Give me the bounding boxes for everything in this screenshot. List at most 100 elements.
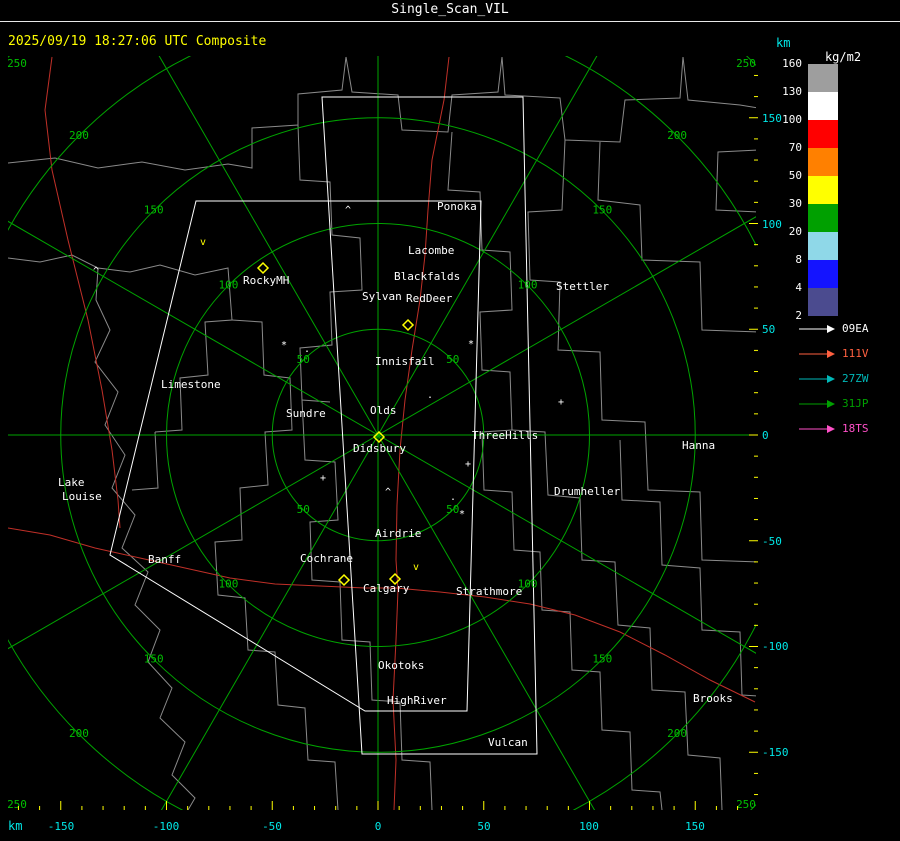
ring-distance-label: 200 [69, 129, 89, 142]
axis-tick-label: -100 [762, 640, 789, 653]
track-arrow-head [827, 349, 835, 358]
ring-distance-label: 50 [297, 353, 310, 366]
ring-distance-label: 100 [518, 278, 538, 291]
county-boundaries [8, 56, 756, 810]
ring-distance-label: 100 [219, 278, 239, 291]
station-mark: ^ [345, 205, 351, 216]
track-arrow-head [827, 399, 835, 408]
track-id-label: 09EA [842, 322, 869, 335]
track-legend-row: 18TS [798, 422, 869, 435]
track-arrow-icon [799, 324, 835, 333]
radar-site-icon [401, 318, 415, 332]
boundary-line [97, 264, 233, 433]
axis-tick-labels: -150 -100 -50 0 50 100 150150100500-50-100-150… [8, 112, 789, 833]
ring-distance-label: 50 [446, 353, 459, 366]
radar-map-display[interactable]: 50 5050 50100 100100 100150 150150 150200 20020… [0, 0, 900, 841]
city-label: Airdrie [375, 527, 421, 540]
city-label: Sundre [286, 407, 326, 420]
axis-tick-label: 50 [477, 820, 490, 833]
station-mark: v [413, 562, 419, 573]
colorbar-swatch [808, 148, 838, 176]
city-label: Sylvan [362, 290, 402, 303]
city-label: Louise [62, 490, 102, 503]
boundary-line [131, 431, 159, 491]
ring-distance-label: 200 [667, 727, 687, 740]
city-label: RedDeer [406, 292, 453, 305]
colorbar-label: 70 [788, 141, 802, 154]
station-mark: . [427, 390, 433, 401]
axis-tick-label: -150 [762, 746, 789, 759]
track-arrow-icon [799, 374, 835, 383]
legend-panel: kg/m2 160 130 100 70 50 30 20 8 4 2 09EA 111V 27ZW 3… [770, 46, 900, 606]
city-label: Calgary [363, 582, 410, 595]
city-label: HighRiver [387, 694, 447, 707]
colorbar-label: 30 [788, 197, 802, 210]
station-mark: + [465, 459, 471, 470]
axis-tick-label: 100 [579, 820, 599, 833]
city-label: Innisfail [375, 355, 435, 368]
axis-tick-label: 0 [762, 429, 769, 442]
ring-distance-label: 250 [7, 798, 27, 811]
track-id-label: 18TS [842, 422, 869, 435]
colorbar-label: 160 [782, 57, 802, 70]
colorbar-label: 100 [782, 113, 802, 126]
radar-site-icon [256, 261, 270, 275]
boundary-line [527, 139, 756, 563]
city-label: Strathmore [456, 585, 522, 598]
boundary-line [214, 319, 339, 810]
city-label: Banff [148, 553, 181, 566]
city-label: Brooks [693, 692, 733, 705]
highway-line [44, 56, 121, 529]
city-label: Stettler [556, 280, 609, 293]
ring-distance-label: 200 [69, 727, 89, 740]
city-label: Drumheller [554, 485, 621, 498]
ring-distance-label: 150 [144, 204, 164, 217]
colorbar-swatch [808, 204, 838, 232]
track-legend-row: 31JP [798, 397, 869, 410]
city-label: Okotoks [378, 659, 424, 672]
city-label: Vulcan [488, 736, 528, 749]
track-legend-row: 27ZW [798, 372, 869, 385]
city-labels: Ponoka Lacombe Blackfalds Sylvan RedDeer Stet… [58, 200, 733, 749]
track-id-label: 31JP [842, 397, 869, 410]
colorbar-unit-label: kg/m2 [824, 50, 862, 64]
station-mark: . [450, 492, 456, 503]
track-arrow-head [827, 324, 835, 333]
station-mark: v [200, 237, 206, 248]
station-mark: * [468, 339, 474, 350]
colorbar-swatch [808, 288, 838, 316]
colorbar-swatch [808, 260, 838, 288]
station-mark: * [459, 509, 465, 520]
track-legend-row: 09EA [798, 322, 869, 335]
colorbar-label: 2 [795, 309, 802, 322]
boundary-line [597, 141, 756, 333]
city-label: Didsbury [353, 442, 406, 455]
bottom-axis-unit-label: km [8, 819, 22, 833]
axis-tick-label: -150 [48, 820, 75, 833]
ring-distance-label: 250 [736, 798, 756, 811]
colorbar-label: 8 [795, 253, 802, 266]
city-label: Cochrane [300, 552, 353, 565]
track-arrow-icon [799, 399, 835, 408]
city-label: ThreeHills [472, 429, 538, 442]
boundary-line [501, 56, 684, 143]
colorbar-swatch [808, 92, 838, 120]
colorbar-label: 20 [788, 225, 802, 238]
city-label: Ponoka [437, 200, 477, 213]
colorbar-swatch [808, 176, 838, 204]
station-mark: . [304, 344, 310, 355]
city-label: Blackfalds [394, 270, 460, 283]
ring-distance-label: 50 [446, 503, 459, 516]
track-arrow-icon [799, 424, 835, 433]
highway-line [8, 527, 756, 703]
ring-distance-label: 250 [7, 57, 27, 70]
ring-distance-label: 100 [219, 578, 239, 591]
ring-distance-label: 200 [667, 129, 687, 142]
city-label: Hanna [682, 439, 715, 452]
city-label: Lake [58, 476, 85, 489]
colorbar-label: 4 [795, 281, 802, 294]
colorbar-swatch [808, 120, 838, 148]
ring-distance-label: 50 [297, 503, 310, 516]
station-mark: + [558, 397, 564, 408]
city-label: Olds [370, 404, 397, 417]
